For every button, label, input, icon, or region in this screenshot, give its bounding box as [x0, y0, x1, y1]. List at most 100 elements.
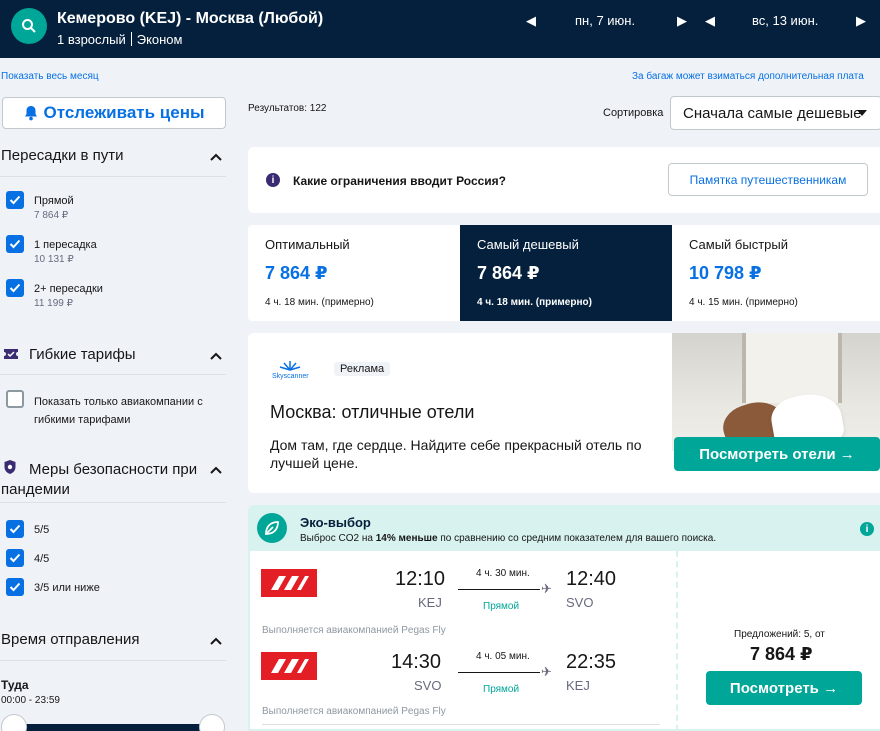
caret-down-icon: [857, 110, 867, 116]
tab-cheapest[interactable]: Самый дешевый 7 864 ₽ 4 ч. 18 мин. (прим…: [460, 225, 672, 321]
stops-label: Прямой: [483, 601, 520, 612]
tab-duration: 4 ч. 18 мин. (примерно): [477, 297, 592, 308]
check-icon: [9, 195, 21, 205]
show-month-link[interactable]: Показать весь месяц: [1, 71, 99, 82]
checkbox-flexible-only[interactable]: [6, 390, 24, 408]
brand-name: Skyscanner: [272, 373, 309, 380]
arrival-time: 22:35: [566, 651, 617, 673]
search-header: Кемерово (KEJ) - Москва (Любой) 1 взросл…: [0, 0, 880, 58]
safety-measures-title[interactable]: Меры безопасности при пандемии: [1, 460, 206, 500]
ad-headline: Москва: отличные отели: [270, 402, 475, 422]
slider-handle-start[interactable]: [1, 714, 27, 731]
search-button[interactable]: [11, 8, 47, 44]
divider: [0, 176, 226, 177]
eco-title: Эко-выбор: [300, 515, 371, 530]
eco-choice-banner: Эко-выбор Выброс CO2 на 14% меньше по ср…: [248, 505, 880, 551]
chevron-up-icon[interactable]: [209, 636, 223, 646]
sort-tabs: Оптимальный 7 864 ₽ 4 ч. 18 мин. (пример…: [248, 225, 880, 321]
checkbox-safety-4[interactable]: [6, 549, 24, 567]
cabin-text: Эконом: [136, 32, 183, 47]
return-prev-arrow-icon[interactable]: ◀: [705, 13, 715, 29]
plane-icon: ✈: [541, 664, 552, 679]
tab-duration: 4 ч. 18 мин. (примерно): [265, 297, 374, 308]
departure-time: 12:10: [395, 568, 446, 590]
safety-option-label: 5/5: [34, 524, 50, 536]
stops-label: Прямой: [483, 684, 520, 695]
divider: [0, 660, 226, 661]
checkbox-one-stop[interactable]: [6, 235, 24, 253]
leaf-icon: [257, 513, 287, 543]
divider: [676, 551, 678, 731]
skyscanner-logo: Skyscanner: [272, 359, 309, 380]
checkbox-safety-3-or-less[interactable]: [6, 578, 24, 596]
stops-option-label: 2+ пересадки: [34, 283, 103, 295]
safety-option-label: 3/5 или ниже: [34, 582, 100, 594]
flight-result-card[interactable]: 12:10 KEJ 4 ч. 30 мин. ✈ Прямой 12:40 SV…: [248, 551, 880, 731]
bell-icon: [24, 106, 37, 121]
arrival-time: 12:40: [566, 568, 617, 590]
chevron-up-icon[interactable]: [209, 465, 223, 475]
divider: [262, 724, 660, 725]
checkbox-two-plus-stops[interactable]: [6, 279, 24, 297]
stops-option-label: 1 пересадка: [34, 239, 97, 251]
sort-value: Сначала самые дешевые: [683, 104, 862, 122]
eco-description: Выброс CO2 на 14% меньше по сравнению со…: [300, 533, 717, 544]
chevron-up-icon[interactable]: [209, 152, 223, 162]
stops-filter-title[interactable]: Пересадки в пути: [1, 147, 124, 164]
tab-fastest[interactable]: Самый быстрый 10 798 ₽ 4 ч. 15 мин. (при…: [672, 225, 880, 321]
departure-airport: SVO: [414, 678, 442, 693]
check-icon: [9, 553, 21, 563]
tab-price: 7 864 ₽: [265, 263, 328, 283]
info-icon: i: [266, 173, 280, 187]
ad-badge: Реклама: [334, 362, 391, 376]
view-hotels-button[interactable]: Посмотреть отели →: [674, 437, 880, 471]
slider-handle-end[interactable]: [199, 714, 225, 731]
stops-option-price: 7 864 ₽: [34, 210, 69, 221]
divider: [0, 374, 226, 375]
tab-best[interactable]: Оптимальный 7 864 ₽ 4 ч. 18 мин. (пример…: [248, 225, 460, 321]
traveler-memo-button[interactable]: Памятка путешественникам: [668, 163, 868, 196]
depart-next-arrow-icon[interactable]: ▶: [677, 13, 687, 29]
tab-price: 7 864 ₽: [477, 263, 540, 283]
flight-price: 7 864 ₽: [750, 644, 813, 664]
divider: [0, 502, 226, 503]
chevron-up-icon[interactable]: [209, 351, 223, 361]
return-date[interactable]: вс, 13 июн.: [752, 13, 818, 28]
departure-time-title[interactable]: Время отправления: [1, 631, 140, 648]
view-flight-button[interactable]: Посмотреть →: [706, 671, 862, 705]
travel-restrictions-card: i Какие ограничения вводит Россия? Памят…: [248, 147, 880, 213]
stops-option-price: 10 131 ₽: [34, 254, 74, 265]
departure-time-slider[interactable]: [14, 724, 212, 731]
return-next-arrow-icon[interactable]: ▶: [856, 13, 866, 29]
baggage-fee-link[interactable]: За багаж может взиматься дополнительная …: [632, 71, 864, 82]
sort-label: Сортировка: [603, 107, 664, 119]
safety-option-label: 4/5: [34, 553, 50, 565]
check-icon: [9, 239, 21, 249]
passengers-text: 1 взрослый: [57, 32, 126, 47]
info-icon[interactable]: i: [860, 522, 874, 536]
arrival-airport: KEJ: [566, 678, 590, 693]
hotel-ad-card[interactable]: Skyscanner Реклама Москва: отличные отел…: [248, 333, 880, 493]
search-icon: [22, 19, 36, 33]
tab-label: Самый быстрый: [689, 237, 788, 252]
ad-description: Дом там, где сердце. Найдите себе прекра…: [270, 437, 642, 471]
departure-airport: KEJ: [418, 595, 442, 610]
check-icon: [9, 582, 21, 592]
depart-prev-arrow-icon[interactable]: ◀: [526, 13, 536, 29]
depart-date[interactable]: пн, 7 июн.: [575, 13, 635, 28]
flight-duration: 4 ч. 30 мин.: [476, 568, 530, 579]
track-prices-button[interactable]: Отслеживать цены: [2, 97, 226, 129]
sun-logo-icon: [280, 361, 301, 371]
checkbox-safety-5[interactable]: [6, 520, 24, 538]
tab-label: Самый дешевый: [477, 237, 579, 252]
passenger-summary[interactable]: 1 взрослый Эконом: [57, 32, 182, 47]
stops-option-price: 11 199 ₽: [34, 298, 73, 309]
flexible-fares-title[interactable]: Гибкие тарифы: [29, 346, 136, 363]
tab-duration: 4 ч. 15 мин. (примерно): [689, 297, 798, 308]
route-summary[interactable]: Кемерово (KEJ) - Москва (Любой): [57, 10, 323, 28]
flight-duration: 4 ч. 05 мин.: [476, 651, 530, 662]
departure-time-range: 00:00 - 23:59: [1, 695, 60, 706]
sort-select[interactable]: Сначала самые дешевые: [670, 96, 880, 130]
checkbox-direct[interactable]: [6, 191, 24, 209]
ticket-icon: [4, 349, 18, 359]
